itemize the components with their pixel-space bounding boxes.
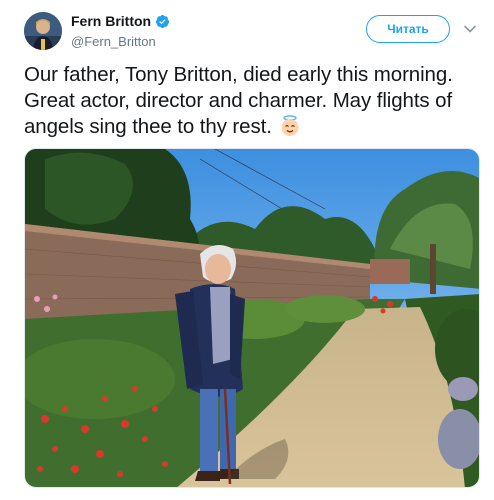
avatar-image (24, 12, 62, 50)
follow-button[interactable]: Читать (366, 15, 450, 43)
tweet-text: Our father, Tony Britton, died early thi… (24, 62, 482, 140)
tweet-text-body: Our father, Tony Britton, died early thi… (24, 63, 453, 138)
verified-badge-icon (156, 14, 170, 28)
author-handle[interactable]: @Fern_Britton (71, 34, 156, 49)
garden-photo-image (25, 149, 479, 487)
angel-emoji-icon (281, 115, 299, 136)
display-name[interactable]: Fern Britton (71, 13, 151, 29)
chevron-down-icon[interactable] (463, 22, 477, 36)
tweet-card: Fern Britton @Fern_Britton Читать Our fa… (0, 0, 494, 500)
avatar[interactable] (24, 12, 62, 50)
author-name-row: Fern Britton (71, 13, 170, 29)
tweet-photo[interactable] (24, 148, 480, 488)
